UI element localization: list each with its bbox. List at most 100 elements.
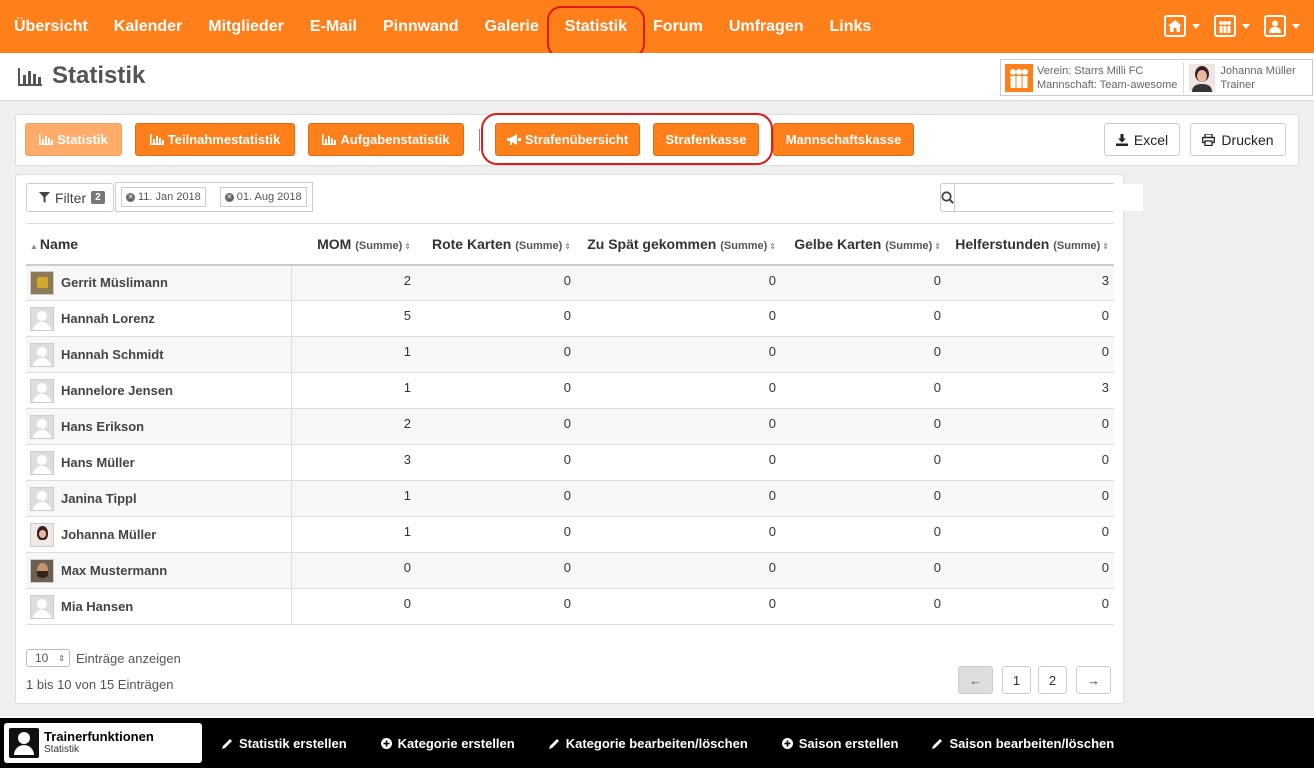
member-name[interactable]: Gerrit Müslimann [61,275,168,290]
bar-chart-icon [149,134,164,145]
strafenuebersicht-button[interactable]: Strafenübersicht [495,123,640,156]
cell-zu-spaet: 0 [576,588,781,625]
statistics-panel: Filter 2 ✕ 11. Jan 2018 ✕ 01. Aug 2018 ▲… [15,174,1143,704]
statistik-button[interactable]: Statistik [25,123,122,156]
member-name[interactable]: Hans Müller [61,455,135,470]
trainer-functions-button[interactable]: Trainerfunktionen Statistik [4,723,202,763]
page-button-2[interactable]: 2 [1038,666,1067,694]
table-row: Hannelore Jensen 1 0 0 0 3 [26,372,1114,409]
team-menu-button[interactable] [1214,14,1250,38]
nav-item-email[interactable]: E-Mail [297,0,370,53]
team-icon [1214,15,1236,37]
page-length-select[interactable]: 10 ⇕ [26,649,70,667]
member-name[interactable]: Hannah Lorenz [61,311,155,326]
sort-icon: ⇕ [564,241,571,251]
cell-gelbe-karten: 0 [781,480,946,517]
avatar [30,486,54,511]
plus-circle-icon [380,737,392,749]
bar-chart-icon [18,68,42,86]
create-season-button[interactable]: Saison erstellen [781,736,898,751]
chevron-down-icon [1242,23,1250,29]
date-from-chip[interactable]: ✕ 11. Jan 2018 [121,187,206,207]
print-button[interactable]: Drucken [1190,123,1286,156]
filter-button[interactable]: Filter 2 [26,183,114,212]
member-name[interactable]: Hans Erikson [61,419,144,434]
mannschaftskasse-button[interactable]: Mannschaftskasse [773,123,914,156]
strafenkasse-button[interactable]: Strafenkasse [653,123,759,156]
cell-helferstunden: 0 [946,444,1114,481]
cell-rote-karten: 0 [416,516,576,553]
cell-mom: 0 [291,552,416,589]
page-length-control: 10 ⇕ Einträge anzeigen [26,649,181,667]
close-icon[interactable]: ✕ [126,192,135,202]
teilnahmestatistik-button[interactable]: Teilnahmestatistik [135,123,295,156]
page-title: Statistik [18,62,145,90]
excel-export-button[interactable]: Excel [1104,123,1180,156]
edit-category-button[interactable]: Kategorie bearbeiten/löschen [548,736,748,751]
aufgabenstatistik-button-label: Aufgabenstatistik [340,132,450,147]
cell-zu-spaet: 0 [576,372,781,409]
team-icon [1005,63,1033,92]
nav-item-forum[interactable]: Forum [640,0,716,53]
avatar [30,450,54,475]
search-icon [941,184,955,211]
date-to-chip[interactable]: ✕ 01. Aug 2018 [219,187,307,207]
edit-season-button[interactable]: Saison bearbeiten/löschen [932,736,1114,751]
cell-gelbe-karten: 0 [781,444,946,481]
cell-gelbe-karten: 0 [781,336,946,373]
user-name: Johanna Müller [1220,64,1296,77]
top-navigation: Übersicht Kalender Mitglieder E-Mail Pin… [0,0,1314,58]
club-switcher[interactable]: Verein: Starrs Milli FC Mannschaft: Team… [1000,59,1313,96]
sort-icon: ⇕ [934,241,941,251]
column-header-rote-karten[interactable]: Rote Karten (Summe) ⇕ [416,223,576,266]
trainer-subtitle: Statistik [44,744,80,755]
pagination: ← 1 2 → [958,666,1111,694]
aufgabenstatistik-button[interactable]: Aufgabenstatistik [308,123,464,156]
bar-chart-icon [39,134,54,145]
column-header-name[interactable]: ▲ Name [26,223,291,266]
column-header-mom[interactable]: MOM (Summe) ⇕ [291,223,416,266]
toolbar-divider [479,129,480,151]
close-icon[interactable]: ✕ [224,192,234,202]
nav-item-statistik[interactable]: Statistik [546,0,646,58]
create-statistic-button[interactable]: Statistik erstellen [222,736,347,751]
column-header-gelbe-karten[interactable]: Gelbe Karten (Summe) ⇕ [781,223,946,266]
member-name[interactable]: Mia Hansen [61,599,133,614]
cell-helferstunden: 0 [946,408,1114,445]
statistik-button-label: Statistik [57,132,108,147]
nav-item-kalender[interactable]: Kalender [101,0,195,53]
cell-zu-spaet: 0 [576,408,781,445]
column-header-helferstunden[interactable]: Helferstunden (Summe) ⇕ [946,223,1114,266]
member-name[interactable]: Janina Tippl [61,491,137,506]
bar-chart-icon [322,134,337,145]
next-page-button[interactable]: → [1076,666,1111,694]
prev-page-button[interactable]: ← [958,666,993,694]
member-name[interactable]: Max Mustermann [61,563,167,578]
nav-item-galerie[interactable]: Galerie [472,0,552,53]
nav-item-pinnwand[interactable]: Pinnwand [370,0,472,53]
cell-rote-karten: 0 [416,408,576,445]
cell-zu-spaet: 0 [576,336,781,373]
download-icon [1115,133,1128,146]
avatar [30,270,54,295]
nav-item-uebersicht[interactable]: Übersicht [0,0,101,53]
user-menu-button[interactable] [1264,14,1300,38]
nav-item-links[interactable]: Links [817,0,885,53]
member-name[interactable]: Hannelore Jensen [61,383,173,398]
create-category-button[interactable]: Kategorie erstellen [380,736,515,751]
cell-mom: 5 [291,300,416,337]
member-name[interactable]: Hannah Schmidt [61,347,164,362]
club-info: Verein: Starrs Milli FC Mannschaft: Team… [1037,61,1185,94]
plus-circle-icon [781,737,793,749]
search-input[interactable] [955,184,1143,211]
column-header-zu-spaet[interactable]: Zu Spät gekommen (Summe) ⇕ [576,223,781,266]
nav-item-mitglieder[interactable]: Mitglieder [195,0,297,53]
avatar [30,594,54,619]
page-button-1[interactable]: 1 [1002,666,1031,694]
cell-zu-spaet: 0 [576,444,781,481]
pencil-icon [222,738,233,749]
home-menu-button[interactable] [1164,14,1200,38]
nav-item-umfragen[interactable]: Umfragen [716,0,817,53]
cell-zu-spaet: 0 [576,300,781,337]
member-name[interactable]: Johanna Müller [61,527,156,542]
